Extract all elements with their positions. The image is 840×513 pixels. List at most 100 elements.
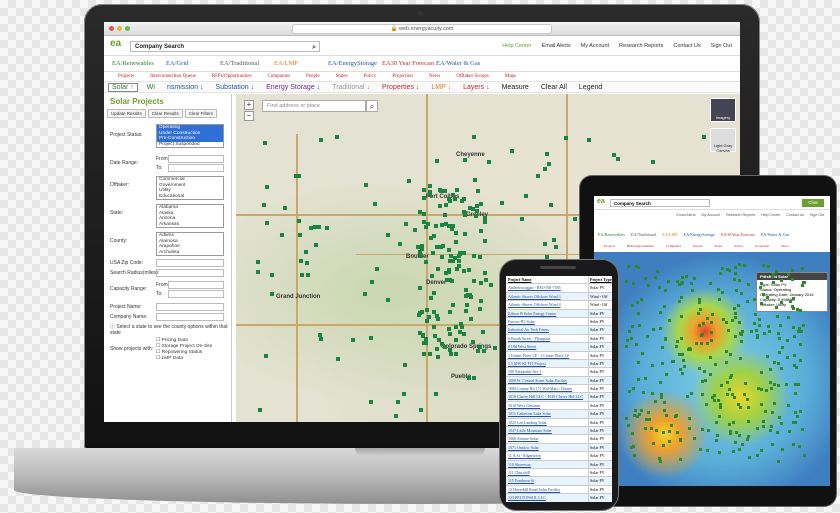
filter-chip[interactable]: Wi bbox=[144, 84, 158, 91]
solar-project-marker[interactable] bbox=[702, 134, 707, 139]
project-marker[interactable] bbox=[772, 273, 776, 277]
project-marker[interactable] bbox=[716, 288, 720, 292]
solar-project-marker[interactable] bbox=[467, 375, 472, 380]
solar-project-marker[interactable] bbox=[434, 314, 439, 319]
project-marker[interactable] bbox=[793, 363, 797, 367]
menu-item[interactable]: Interconnection Queue bbox=[150, 74, 196, 79]
project-name-link[interactable]: 11 A.St - Edgartown bbox=[506, 452, 588, 459]
solar-project-marker[interactable] bbox=[262, 140, 267, 145]
table-row[interactable]: 1.5 MW KI FIT Project Solar PV bbox=[506, 359, 612, 369]
project-marker[interactable] bbox=[778, 416, 782, 420]
project-marker[interactable] bbox=[651, 391, 655, 395]
tablet-product-tab[interactable]: EA/Traditional bbox=[631, 232, 656, 237]
solar-project-marker[interactable] bbox=[425, 222, 430, 227]
project-marker[interactable] bbox=[720, 383, 724, 387]
solar-project-marker[interactable] bbox=[479, 201, 483, 206]
solar-project-marker[interactable] bbox=[427, 190, 432, 195]
table-row[interactable]: 0 Old West Street Solar PV bbox=[506, 343, 612, 352]
project-marker[interactable] bbox=[766, 355, 770, 359]
project-marker[interactable] bbox=[715, 433, 719, 437]
project-marker[interactable] bbox=[796, 308, 800, 311]
tablet-menu-item[interactable]: Policy bbox=[735, 244, 744, 248]
tablet-menu-item[interactable]: Projection bbox=[755, 244, 769, 248]
project-marker[interactable] bbox=[733, 315, 737, 319]
solar-project-marker[interactable] bbox=[263, 354, 268, 359]
tablet-link[interactable]: My Account bbox=[702, 213, 721, 217]
project-marker[interactable] bbox=[780, 346, 784, 350]
project-marker[interactable] bbox=[776, 315, 780, 319]
radius-input[interactable] bbox=[156, 269, 224, 277]
panel-button[interactable]: Update Results bbox=[107, 109, 146, 118]
solar-project-marker[interactable] bbox=[484, 278, 489, 283]
solar-project-marker[interactable] bbox=[442, 344, 447, 349]
filter-chip[interactable]: Traditional ↓ bbox=[329, 84, 373, 91]
project-marker[interactable] bbox=[661, 444, 665, 448]
project-marker[interactable] bbox=[664, 372, 668, 376]
project-marker[interactable] bbox=[719, 402, 723, 406]
solar-project-marker[interactable] bbox=[476, 348, 481, 353]
site-logo[interactable]: ea bbox=[110, 38, 121, 49]
solar-project-marker[interactable] bbox=[475, 188, 480, 193]
project-name-input[interactable] bbox=[156, 303, 224, 311]
project-marker[interactable] bbox=[791, 297, 795, 301]
tablet-link[interactable]: Help Center bbox=[761, 213, 780, 217]
solar-project-marker[interactable] bbox=[468, 317, 473, 321]
company-search-input[interactable]: Company Search ⌕ bbox=[130, 41, 320, 52]
project-marker[interactable] bbox=[728, 388, 732, 392]
project-name-link[interactable]: 1011 Catherine Lake Solar bbox=[506, 410, 588, 417]
solar-project-marker[interactable] bbox=[314, 243, 319, 248]
table-row[interactable]: 1066 Avenue Solar Solar PV bbox=[506, 435, 612, 444]
project-marker[interactable] bbox=[725, 392, 729, 396]
table-row[interactable]: 115 Pantheon St Solar PV bbox=[506, 477, 612, 486]
filter-chip[interactable]: Energy Storage ↓ bbox=[263, 84, 323, 91]
solar-project-marker[interactable] bbox=[385, 297, 390, 302]
project-marker[interactable] bbox=[680, 276, 684, 280]
solar-project-marker[interactable] bbox=[432, 325, 437, 330]
table-row[interactable]: 1011 Catherine Lake Solar Solar PV bbox=[506, 410, 612, 419]
solar-project-marker[interactable] bbox=[482, 239, 487, 244]
solar-project-marker[interactable] bbox=[350, 337, 355, 342]
project-marker[interactable] bbox=[679, 336, 683, 340]
table-row[interactable]: 111 Churchill Solar PV bbox=[506, 468, 612, 478]
solar-project-marker[interactable] bbox=[325, 226, 330, 231]
tablet-menu-item[interactable]: Companies bbox=[666, 244, 681, 248]
address-bar[interactable]: 🔒 web.energyacuity.com bbox=[292, 24, 552, 34]
solar-project-marker[interactable] bbox=[479, 299, 484, 304]
project-marker[interactable] bbox=[701, 380, 705, 384]
solar-project-marker[interactable] bbox=[334, 134, 339, 139]
project-marker[interactable] bbox=[762, 263, 766, 267]
project-marker[interactable] bbox=[777, 384, 781, 388]
project-marker[interactable] bbox=[769, 429, 773, 433]
project-marker[interactable] bbox=[745, 437, 749, 441]
solar-project-marker[interactable] bbox=[483, 271, 488, 276]
offtaker-select[interactable]: Commercial Government Utility Educational bbox=[156, 176, 224, 201]
project-marker[interactable] bbox=[726, 381, 730, 385]
project-marker[interactable] bbox=[639, 409, 643, 413]
project-marker[interactable] bbox=[801, 324, 805, 328]
project-marker[interactable] bbox=[738, 406, 742, 410]
project-marker[interactable] bbox=[733, 334, 737, 338]
project-marker[interactable] bbox=[753, 322, 757, 326]
solar-project-marker[interactable] bbox=[397, 242, 402, 247]
project-marker[interactable] bbox=[749, 329, 753, 333]
project-marker[interactable] bbox=[697, 323, 701, 327]
table-row[interactable]: 1010 West Chestnut Solar PV bbox=[506, 401, 612, 411]
solar-project-marker[interactable] bbox=[548, 203, 553, 208]
project-marker[interactable] bbox=[633, 453, 637, 457]
project-marker[interactable] bbox=[662, 409, 666, 413]
tablet-menu-button[interactable]: Chat bbox=[802, 199, 824, 207]
project-marker[interactable] bbox=[638, 412, 642, 416]
solar-project-marker[interactable] bbox=[489, 283, 494, 288]
project-marker[interactable] bbox=[720, 291, 724, 295]
project-marker[interactable] bbox=[667, 439, 671, 443]
tablet-menu-item[interactable]: Projects bbox=[604, 244, 615, 248]
menu-item[interactable]: Policy bbox=[364, 74, 377, 79]
project-marker[interactable] bbox=[631, 303, 635, 307]
project-marker[interactable] bbox=[624, 416, 628, 420]
project-marker[interactable] bbox=[746, 398, 750, 402]
project-marker[interactable] bbox=[700, 393, 704, 397]
solar-project-marker[interactable] bbox=[453, 231, 458, 236]
product-tab[interactable]: EA/Traditional bbox=[220, 60, 274, 67]
solar-project-marker[interactable] bbox=[535, 174, 540, 179]
project-name-link[interactable]: 1071 Onslow Solar bbox=[506, 444, 588, 451]
